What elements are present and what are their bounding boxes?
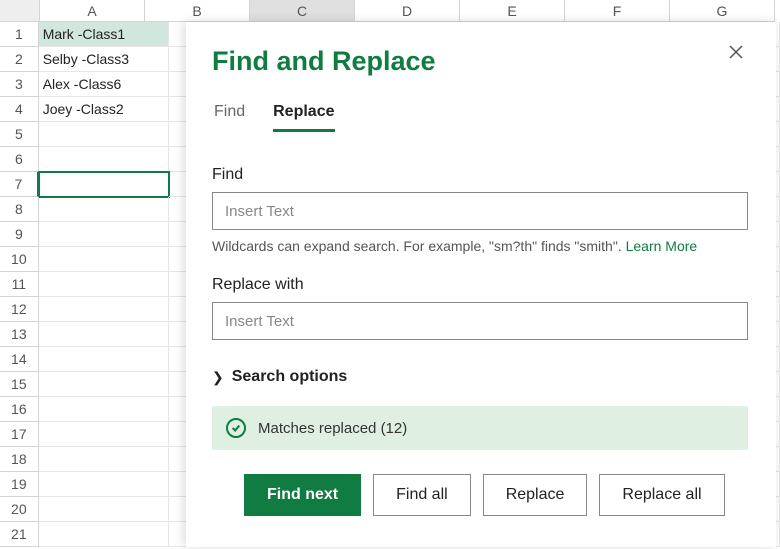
select-all-corner[interactable] <box>0 0 40 22</box>
row-header[interactable]: 18 <box>0 447 39 472</box>
row-header[interactable]: 2 <box>0 47 39 72</box>
row-header[interactable]: 10 <box>0 247 39 272</box>
row-header[interactable]: 8 <box>0 197 39 222</box>
cell[interactable] <box>39 272 170 297</box>
row-header[interactable]: 13 <box>0 322 39 347</box>
find-replace-dialog: Find and Replace Find Replace Find Wildc… <box>186 22 776 547</box>
dialog-buttons: Find next Find all Replace Replace all <box>212 474 748 516</box>
wildcard-hint: Wildcards can expand search. For example… <box>212 238 748 254</box>
row-header[interactable]: 4 <box>0 97 39 122</box>
tab-find[interactable]: Find <box>214 103 245 132</box>
cell[interactable]: Alex -Class6 <box>39 72 170 97</box>
cell[interactable] <box>39 297 170 322</box>
col-header-E[interactable]: E <box>460 0 565 22</box>
row-header[interactable]: 17 <box>0 422 39 447</box>
status-banner: Matches replaced (12) <box>212 406 748 450</box>
row-header[interactable]: 21 <box>0 522 39 547</box>
replace-field-label: Replace with <box>212 276 748 294</box>
hint-text: Wildcards can expand search. For example… <box>212 238 626 254</box>
row-header[interactable]: 11 <box>0 272 39 297</box>
cell[interactable] <box>39 347 170 372</box>
row-header[interactable]: 20 <box>0 497 39 522</box>
check-circle-icon <box>226 418 246 438</box>
cell[interactable] <box>39 147 170 172</box>
cell[interactable] <box>39 172 170 197</box>
close-icon[interactable] <box>728 44 752 68</box>
cell[interactable] <box>39 522 170 547</box>
cell[interactable] <box>39 372 170 397</box>
cell[interactable] <box>39 397 170 422</box>
cell[interactable] <box>39 447 170 472</box>
col-header-A[interactable]: A <box>40 0 145 22</box>
cell[interactable] <box>39 122 170 147</box>
replace-all-button[interactable]: Replace all <box>599 474 724 516</box>
row-header[interactable]: 15 <box>0 372 39 397</box>
replace-input[interactable] <box>212 302 748 340</box>
row-header[interactable]: 7 <box>0 172 39 197</box>
find-next-button[interactable]: Find next <box>244 474 361 516</box>
find-field-label: Find <box>212 166 748 184</box>
status-text: Matches replaced (12) <box>258 420 407 437</box>
row-header[interactable]: 14 <box>0 347 39 372</box>
col-header-D[interactable]: D <box>355 0 460 22</box>
row-header[interactable]: 16 <box>0 397 39 422</box>
row-header[interactable]: 19 <box>0 472 39 497</box>
col-header-B[interactable]: B <box>145 0 250 22</box>
tab-replace[interactable]: Replace <box>273 103 334 132</box>
cell[interactable]: Selby -Class3 <box>39 47 170 72</box>
find-all-button[interactable]: Find all <box>373 474 471 516</box>
chevron-right-icon: ❯ <box>212 369 224 386</box>
row-header[interactable]: 3 <box>0 72 39 97</box>
search-options-label: Search options <box>232 368 348 386</box>
cell[interactable] <box>39 472 170 497</box>
cell[interactable] <box>39 197 170 222</box>
col-header-G[interactable]: G <box>670 0 775 22</box>
column-headers: A B C D E F G <box>0 0 780 22</box>
cell[interactable] <box>39 322 170 347</box>
cell[interactable]: Mark -Class1 <box>39 22 170 47</box>
find-input[interactable] <box>212 192 748 230</box>
replace-button[interactable]: Replace <box>483 474 588 516</box>
row-header[interactable]: 1 <box>0 22 39 47</box>
learn-more-link[interactable]: Learn More <box>626 238 698 254</box>
col-header-C[interactable]: C <box>250 0 355 22</box>
search-options-toggle[interactable]: ❯ Search options <box>212 368 748 386</box>
dialog-title: Find and Replace <box>212 46 748 77</box>
cell[interactable] <box>39 422 170 447</box>
cell[interactable] <box>39 222 170 247</box>
row-header[interactable]: 6 <box>0 147 39 172</box>
col-header-F[interactable]: F <box>565 0 670 22</box>
dialog-tabs: Find Replace <box>212 103 748 132</box>
row-header[interactable]: 9 <box>0 222 39 247</box>
row-header[interactable]: 12 <box>0 297 39 322</box>
cell[interactable]: Joey -Class2 <box>39 97 170 122</box>
cell[interactable] <box>39 497 170 522</box>
row-header[interactable]: 5 <box>0 122 39 147</box>
cell[interactable] <box>39 247 170 272</box>
